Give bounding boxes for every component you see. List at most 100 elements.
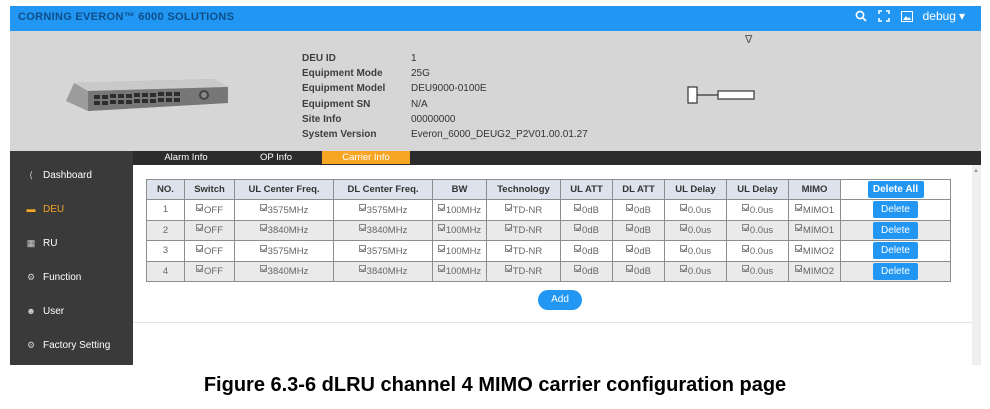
tab-alarm-info[interactable]: Alarm Info bbox=[142, 151, 230, 164]
cell-no: 3 bbox=[146, 240, 185, 262]
edit-icon bbox=[741, 265, 749, 273]
cell-mimo[interactable]: MIMO1 bbox=[788, 219, 841, 241]
fullscreen-icon[interactable] bbox=[877, 9, 891, 23]
cell-ul-delay-2[interactable]: 0.0us bbox=[726, 219, 789, 241]
search-icon[interactable] bbox=[854, 9, 868, 23]
sidebar-item-factory-setting[interactable]: ⚙ Factory Setting bbox=[10, 328, 133, 362]
cell-dl-att[interactable]: 0dB bbox=[612, 219, 665, 241]
col-switch: Switch bbox=[184, 179, 235, 200]
cell-dl-att[interactable]: 0dB bbox=[612, 240, 665, 262]
delete-button[interactable]: Delete bbox=[873, 262, 918, 280]
tab-bar: Alarm Info OP Info Carrier Info bbox=[133, 151, 981, 165]
sidebar-item-ru[interactable]: ▦ RU bbox=[10, 226, 133, 260]
sidebar-item-dashboard[interactable]: ⟨ Dashboard bbox=[10, 158, 133, 192]
delete-button[interactable]: Delete bbox=[873, 242, 918, 260]
scroll-up-icon[interactable]: ▲ bbox=[973, 168, 979, 174]
cell-dl-freq[interactable]: 3575MHz bbox=[333, 240, 433, 262]
gear-icon: ⚙ bbox=[26, 271, 36, 282]
scrollbar[interactable]: ▲ bbox=[972, 165, 981, 365]
carrier-table: NO. Switch UL Center Freq. DL Center Fre… bbox=[146, 179, 951, 282]
sidebar-item-function[interactable]: ⚙ Function bbox=[10, 260, 133, 294]
cell-bw[interactable]: 100MHz bbox=[432, 240, 487, 262]
edit-icon bbox=[259, 203, 267, 211]
cell-dl-att[interactable]: 0dB bbox=[612, 260, 665, 282]
edit-icon bbox=[358, 224, 366, 232]
cell-technology[interactable]: TD-NR bbox=[486, 199, 561, 221]
caret-down-icon: ▾ bbox=[958, 9, 965, 23]
edit-icon bbox=[741, 244, 749, 252]
grid-icon: ▦ bbox=[26, 237, 36, 248]
topology-diagram[interactable] bbox=[686, 85, 756, 105]
delete-button[interactable]: Delete bbox=[873, 221, 918, 239]
field-deu-id: DEU ID 1 bbox=[302, 53, 417, 64]
sidebar-item-user[interactable]: ☻ User bbox=[10, 294, 133, 328]
edit-icon bbox=[358, 244, 366, 252]
edit-icon bbox=[574, 224, 582, 232]
cell-bw[interactable]: 100MHz bbox=[432, 199, 487, 221]
cell-ul-att[interactable]: 0dB bbox=[560, 199, 613, 221]
image-icon[interactable] bbox=[900, 9, 914, 23]
cell-ul-delay[interactable]: 0.0us bbox=[664, 199, 727, 221]
cell-bw[interactable]: 100MHz bbox=[432, 219, 487, 241]
cell-technology[interactable]: TD-NR bbox=[486, 260, 561, 282]
edit-icon bbox=[358, 203, 366, 211]
carrier-panel: NO. Switch UL Center Freq. DL Center Fre… bbox=[133, 165, 972, 365]
edit-icon bbox=[196, 244, 203, 252]
tab-op-info[interactable]: OP Info bbox=[232, 151, 320, 164]
pointer-icon: ∇ bbox=[745, 34, 753, 46]
edit-icon bbox=[259, 224, 267, 232]
col-ul-att: UL ATT bbox=[560, 179, 613, 200]
cell-technology[interactable]: TD-NR bbox=[486, 240, 561, 262]
share-icon: ⟨ bbox=[29, 169, 33, 180]
delete-button[interactable]: Delete bbox=[873, 201, 918, 219]
cell-switch[interactable]: OFF bbox=[184, 260, 235, 282]
cell-bw[interactable]: 100MHz bbox=[432, 260, 487, 282]
user-menu[interactable]: debug ▾ bbox=[923, 9, 965, 23]
cell-ul-delay[interactable]: 0.0us bbox=[664, 219, 727, 241]
field-system-version: System Version Everon_6000_DEUG2_P2V01.00… bbox=[302, 129, 588, 141]
edit-icon bbox=[437, 224, 445, 232]
cell-ul-delay-2[interactable]: 0.0us bbox=[726, 199, 789, 221]
cell-dl-att[interactable]: 0dB bbox=[612, 199, 665, 221]
device-info-panel: DEU ID 1 Equipment Mode 25G Equipment Mode… bbox=[10, 31, 981, 151]
cell-no: 4 bbox=[146, 260, 185, 282]
edit-icon bbox=[679, 203, 687, 211]
table-row: 1 OFF 3575MHz 3575MHz 100MHz TD-NR 0dB 0… bbox=[146, 199, 951, 221]
cell-ul-delay[interactable]: 0.0us bbox=[664, 240, 727, 262]
cell-ul-delay-2[interactable]: 0.0us bbox=[726, 260, 789, 282]
col-ul-center-freq: UL Center Freq. bbox=[234, 179, 334, 200]
user-name: debug bbox=[922, 9, 956, 23]
delete-all-button[interactable]: Delete All bbox=[867, 181, 924, 198]
cell-ul-delay[interactable]: 0.0us bbox=[664, 260, 727, 282]
cell-mimo[interactable]: MIMO1 bbox=[788, 199, 841, 221]
table-row: 3 OFF 3575MHz 3575MHz 100MHz TD-NR 0dB 0… bbox=[146, 240, 951, 262]
cell-switch[interactable]: OFF bbox=[184, 240, 235, 262]
tab-carrier-info[interactable]: Carrier Info bbox=[322, 151, 410, 164]
cell-dl-freq[interactable]: 3575MHz bbox=[333, 199, 433, 221]
cell-ul-att[interactable]: 0dB bbox=[560, 260, 613, 282]
cell-ul-att[interactable]: 0dB bbox=[560, 240, 613, 262]
sidebar-item-deu[interactable]: ▬ DEU bbox=[10, 192, 133, 226]
edit-icon bbox=[794, 203, 802, 211]
edit-icon bbox=[574, 203, 582, 211]
cell-mimo[interactable]: MIMO2 bbox=[788, 260, 841, 282]
col-dl-att: DL ATT bbox=[612, 179, 665, 200]
cell-ul-freq[interactable]: 3840MHz bbox=[234, 219, 334, 241]
cell-ul-freq[interactable]: 3575MHz bbox=[234, 199, 334, 221]
edit-icon bbox=[626, 224, 634, 232]
cell-ul-freq[interactable]: 3840MHz bbox=[234, 260, 334, 282]
cell-ul-freq[interactable]: 3575MHz bbox=[234, 240, 334, 262]
cell-switch[interactable]: OFF bbox=[184, 219, 235, 241]
cell-ul-delay-2[interactable]: 0.0us bbox=[726, 240, 789, 262]
cell-dl-freq[interactable]: 3840MHz bbox=[333, 260, 433, 282]
cell-actions: Delete bbox=[840, 219, 951, 241]
cell-ul-att[interactable]: 0dB bbox=[560, 219, 613, 241]
add-button[interactable]: Add bbox=[538, 290, 582, 310]
cell-mimo[interactable]: MIMO2 bbox=[788, 240, 841, 262]
cell-dl-freq[interactable]: 3840MHz bbox=[333, 219, 433, 241]
cell-no: 1 bbox=[146, 199, 185, 221]
table-header-row: NO. Switch UL Center Freq. DL Center Fre… bbox=[146, 179, 951, 200]
col-ul-delay: UL Delay bbox=[664, 179, 727, 200]
cell-switch[interactable]: OFF bbox=[184, 199, 235, 221]
cell-technology[interactable]: TD-NR bbox=[486, 219, 561, 241]
